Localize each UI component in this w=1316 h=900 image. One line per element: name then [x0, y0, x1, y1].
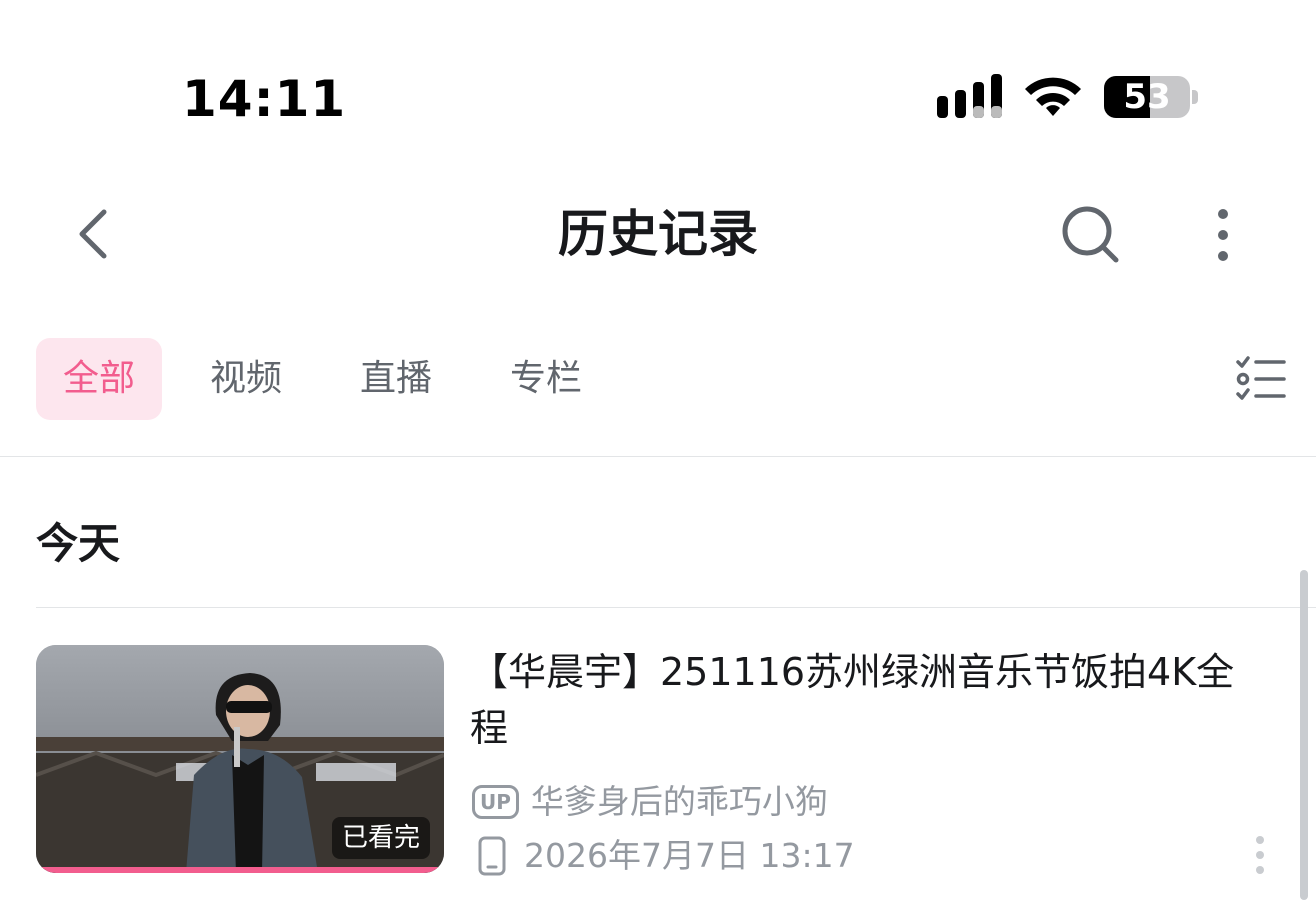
- search-icon[interactable]: [1060, 204, 1122, 266]
- status-time: 14:11: [182, 70, 347, 128]
- uploader-name: 华爹身后的乖巧小狗: [530, 782, 828, 821]
- tab-article[interactable]: 专栏: [510, 338, 582, 420]
- uploader-row[interactable]: UP 华爹身后的乖巧小狗: [472, 780, 828, 824]
- tab-all[interactable]: 全部: [36, 338, 162, 420]
- scrollbar[interactable]: [1300, 570, 1308, 900]
- watched-badge: 已看完: [331, 817, 430, 859]
- up-badge-icon: UP: [472, 785, 519, 819]
- filter-list-icon[interactable]: [1234, 356, 1288, 402]
- watch-time-row: 2026年7月7日 13:17: [476, 834, 855, 878]
- signal-icon: [937, 74, 1002, 118]
- wifi-icon: [1025, 77, 1081, 116]
- video-thumbnail[interactable]: 已看完: [36, 645, 444, 873]
- tabs-divider: [0, 456, 1316, 457]
- battery-icon: 53: [1104, 74, 1200, 120]
- phone-icon: [478, 836, 506, 876]
- watch-progress-bar: [36, 867, 444, 873]
- battery-level: 53: [1123, 77, 1171, 117]
- tab-live[interactable]: 直播: [360, 338, 432, 420]
- item-more-icon[interactable]: [1248, 834, 1272, 878]
- tab-video[interactable]: 视频: [210, 338, 282, 420]
- video-title[interactable]: 【华晨宇】251116苏州绿洲音乐节饭拍4K全程: [470, 644, 1270, 756]
- section-divider: [36, 607, 1316, 608]
- section-today: 今天: [36, 519, 121, 568]
- watch-time: 2026年7月7日 13:17: [524, 836, 855, 875]
- more-vertical-icon[interactable]: [1208, 204, 1238, 266]
